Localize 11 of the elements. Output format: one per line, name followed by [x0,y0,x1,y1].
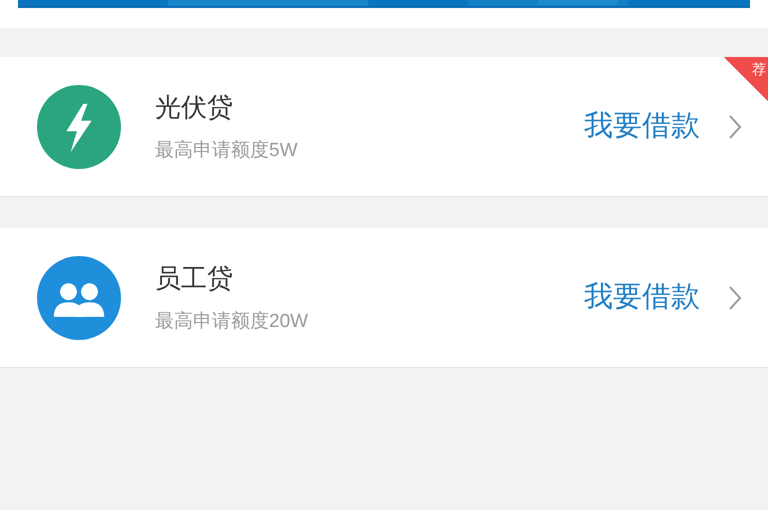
borrow-link[interactable]: 我要借款 [584,104,700,148]
loan-limit: 最高申请额度5W [155,138,298,163]
chevron-right-icon [728,114,742,140]
loan-name: 员工贷 [155,262,234,295]
loan-name: 光伏贷 [155,90,234,124]
chevron-right-icon [728,284,742,310]
loan-card[interactable]: 光伏贷 最高申请额度5W 我要借款 荐 [0,57,768,197]
loan-limit: 最高申请额度20W [155,310,310,334]
recommend-badge: 荐 [724,57,768,101]
borrow-link[interactable]: 我要借款 [584,276,700,320]
loan-card[interactable]: 员工贷 最高申请额度20W 我要借款 [0,228,768,368]
